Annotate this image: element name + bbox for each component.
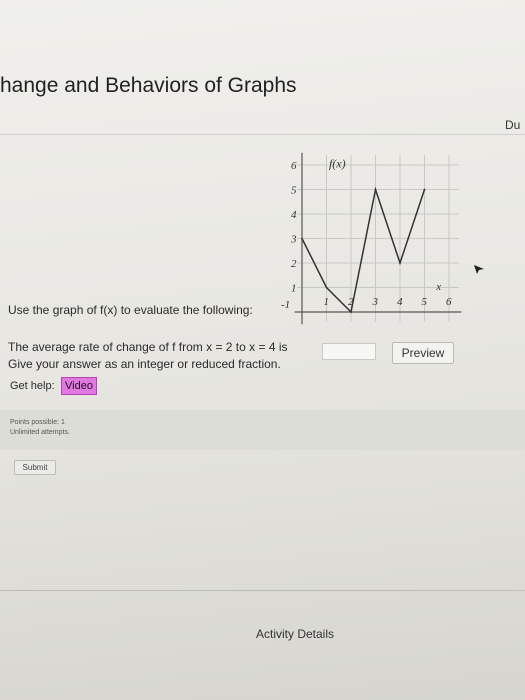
x-tick-label: 3 [372,296,379,308]
y-tick-label: 5 [291,185,297,197]
function-vertex [423,188,426,191]
preview-button[interactable]: Preview [392,342,454,364]
x-axis-label: x [435,281,441,293]
x-tick-label: 6 [446,296,452,308]
y-tick-label: 4 [291,209,297,221]
divider [0,590,525,591]
points-possible: Points possible: 1 [10,419,65,426]
function-vertex [301,237,303,240]
y-tick-label: 1 [291,283,297,295]
y-tick-label: 3 [290,234,297,246]
get-help-label: Get help: [10,380,55,392]
answer-input[interactable] [322,343,376,360]
graph-ticks: 654321-1123456-1xf(x) [281,156,452,311]
function-label: f(x) [329,156,346,170]
page-title: hange and Behaviors of Graphs [0,74,297,97]
question-intro: Use the graph of f(x) to evaluate the fo… [8,303,253,317]
question-line-2: Give your answer as an integer or reduce… [8,357,281,371]
page: hange and Behaviors of Graphs Du 654321-… [0,0,525,700]
function-vertex [350,311,352,313]
x-tick-label: -1 [281,299,290,311]
video-help-button[interactable]: Video [61,377,97,395]
x-tick-label: 5 [422,296,428,308]
attempts-info: Unlimited attempts. [10,429,70,436]
function-graph: 654321-1123456-1xf(x) [281,152,462,325]
function-vertex [399,262,401,264]
function-vertex [374,188,377,191]
due-label: Du [505,118,521,132]
x-tick-label: 1 [324,296,330,308]
question-line-1: The average rate of change of f from x =… [8,340,288,354]
x-tick-label: 4 [397,296,403,308]
function-vertex [325,286,328,289]
points-info: Points possible: 1 Unlimited attempts. [10,418,70,438]
graph-curve [301,186,426,314]
points-panel [0,410,525,450]
activity-details-link[interactable]: Activity Details [256,627,334,641]
mouse-cursor-icon [474,265,484,274]
y-tick-label: 2 [291,258,297,270]
submit-button[interactable]: Submit [14,460,56,475]
function-line [301,186,426,314]
y-tick-label: 6 [291,160,297,172]
